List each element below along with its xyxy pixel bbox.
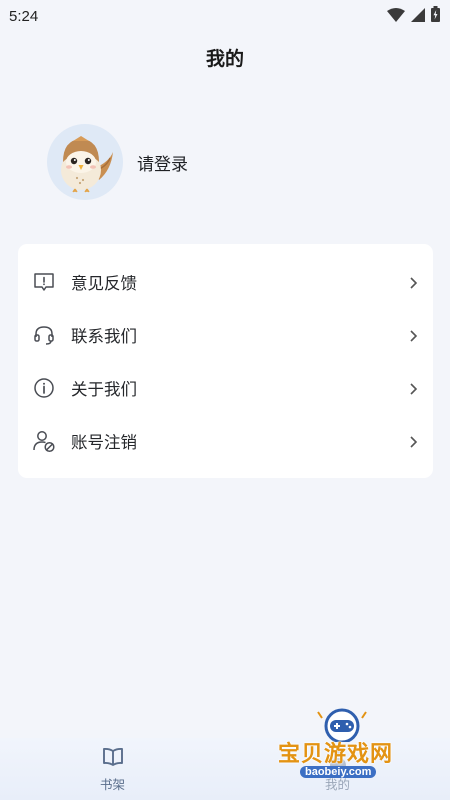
menu-item-contact-us[interactable]: 联系我们: [18, 308, 433, 361]
settings-menu-card: 意见反馈 联系我们 关于我们 账号注销: [18, 244, 433, 478]
cellular-signal-icon: [411, 7, 425, 26]
status-time: 5:24: [9, 7, 39, 25]
page-title: 我的: [205, 48, 244, 70]
chevron-right-icon: [408, 434, 418, 448]
owl-avatar[interactable]: [47, 124, 123, 200]
profile-icon: [327, 747, 349, 771]
tab-label: 书架: [99, 777, 125, 792]
status-icons: [387, 6, 440, 26]
battery-charging-icon: [431, 6, 440, 26]
menu-item-label: 账号注销: [71, 432, 137, 452]
login-prompt[interactable]: 请登录: [137, 150, 188, 175]
feedback-icon: [32, 270, 56, 294]
info-icon: [32, 376, 56, 400]
wifi-icon: [387, 7, 405, 26]
menu-item-about-us[interactable]: 关于我们: [18, 361, 433, 414]
user-cancel-icon: [32, 429, 56, 453]
profile-section[interactable]: 请登录: [47, 124, 188, 200]
bottom-navigation: 书架 我的: [0, 738, 450, 800]
menu-item-label: 关于我们: [71, 379, 137, 399]
bookshelf-icon: [102, 747, 124, 771]
menu-item-delete-account[interactable]: 账号注销: [18, 414, 433, 467]
tab-label: 我的: [324, 777, 350, 792]
menu-item-label: 意见反馈: [71, 273, 137, 293]
menu-item-label: 联系我们: [71, 326, 137, 346]
headset-icon: [32, 323, 56, 347]
chevron-right-icon: [408, 328, 418, 342]
menu-item-feedback[interactable]: 意见反馈: [18, 255, 433, 308]
tab-bookshelf[interactable]: 书架: [0, 738, 225, 800]
chevron-right-icon: [408, 275, 418, 289]
status-bar: 5:24: [0, 0, 450, 32]
chevron-right-icon: [408, 381, 418, 395]
gamepad-logo-icon: [317, 708, 367, 742]
tab-profile[interactable]: 我的: [225, 738, 450, 800]
